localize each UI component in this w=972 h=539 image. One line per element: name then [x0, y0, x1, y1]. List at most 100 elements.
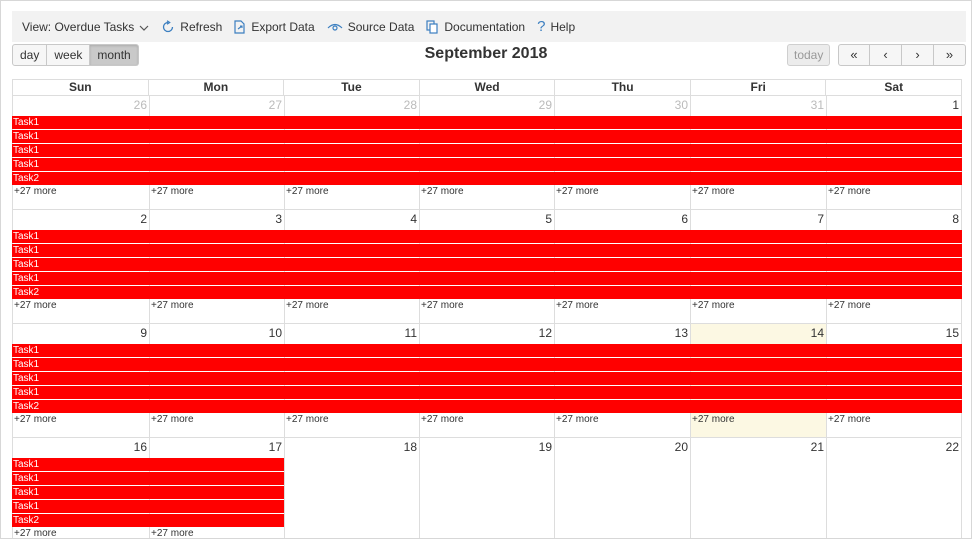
day-number[interactable]: 14 [811, 326, 824, 340]
day-number[interactable]: 29 [539, 98, 552, 112]
calendar-panel: View: Overdue Tasks Refresh Export Data … [0, 0, 972, 539]
day-cell[interactable]: 21 [690, 438, 826, 538]
day-number[interactable]: 5 [545, 212, 552, 226]
event-bar[interactable]: Task1 [12, 472, 284, 485]
day-number[interactable]: 13 [675, 326, 688, 340]
more-events-link[interactable]: +27 more [828, 300, 871, 311]
week-row: 16 17 18 19 20 21 22 Task1 Task1 Task1 Task1 Task2 +… [12, 438, 962, 538]
event-bar[interactable]: Task2 [12, 172, 962, 185]
day-number[interactable]: 7 [817, 212, 824, 226]
more-events-link[interactable]: +27 more [14, 300, 57, 311]
prev-month-button[interactable]: ‹ [870, 44, 902, 66]
day-number[interactable]: 15 [946, 326, 959, 340]
day-cell[interactable]: 18 [284, 438, 419, 538]
more-events-link[interactable]: +27 more [421, 300, 464, 311]
event-bar[interactable]: Task1 [12, 258, 962, 271]
more-events-link[interactable]: +27 more [151, 300, 194, 311]
event-bar[interactable]: Task2 [12, 286, 962, 299]
week-view-button[interactable]: week [47, 44, 91, 66]
day-number[interactable]: 1 [952, 98, 959, 112]
day-number[interactable]: 2 [140, 212, 147, 226]
more-events-link[interactable]: +27 more [151, 186, 194, 197]
more-events-link[interactable]: +27 more [692, 300, 735, 311]
day-number[interactable]: 11 [405, 326, 417, 340]
day-number[interactable]: 17 [269, 440, 282, 454]
more-events-link[interactable]: +27 more [286, 414, 329, 425]
event-bar[interactable]: Task1 [12, 358, 962, 371]
documentation-label: Documentation [444, 19, 526, 34]
day-number[interactable]: 22 [946, 440, 959, 454]
more-events-link[interactable]: +27 more [828, 186, 871, 197]
day-header-sun: Sun [12, 80, 148, 95]
more-events-link[interactable]: +27 more [828, 414, 871, 425]
more-events-link[interactable]: +27 more [14, 414, 57, 425]
day-number[interactable]: 27 [269, 98, 282, 112]
refresh-label: Refresh [180, 19, 223, 34]
event-bar[interactable]: Task1 [12, 458, 284, 471]
event-bar[interactable]: Task1 [12, 230, 962, 243]
more-events-link[interactable]: +27 more [692, 414, 735, 425]
today-button[interactable]: today [787, 44, 831, 66]
next-year-button[interactable]: » [934, 44, 966, 66]
event-bar[interactable]: Task1 [12, 244, 962, 257]
day-of-week-header: Sun Mon Tue Wed Thu Fri Sat [12, 79, 963, 96]
more-events-link[interactable]: +27 more [421, 186, 464, 197]
event-bar[interactable]: Task2 [12, 514, 284, 527]
more-events-link[interactable]: +27 more [151, 528, 194, 538]
day-number[interactable]: 31 [811, 98, 824, 112]
day-number[interactable]: 16 [134, 440, 147, 454]
event-bar[interactable]: Task1 [12, 372, 962, 385]
day-cell[interactable]: 19 [419, 438, 554, 538]
day-number[interactable]: 8 [952, 212, 959, 226]
event-bar[interactable]: Task1 [12, 272, 962, 285]
week-row: 26 27 28 29 30 31 1 Task1 Task1 Task1 Task1 Task2 +2… [12, 96, 962, 210]
day-number[interactable]: 18 [404, 440, 417, 454]
more-events-link[interactable]: +27 more [286, 300, 329, 311]
event-bar[interactable]: Task1 [12, 344, 962, 357]
month-view-button[interactable]: month [90, 44, 139, 66]
day-number[interactable]: 19 [539, 440, 552, 454]
day-header-fri: Fri [689, 80, 826, 95]
day-number[interactable]: 4 [410, 212, 417, 226]
more-events-link[interactable]: +27 more [556, 186, 599, 197]
event-bar[interactable]: Task1 [12, 158, 962, 171]
event-bar[interactable]: Task1 [12, 116, 962, 129]
export-data-button[interactable]: Export Data [228, 11, 320, 42]
documentation-button[interactable]: Documentation [420, 11, 531, 42]
source-data-button[interactable]: Source Data [321, 11, 421, 42]
more-events-link[interactable]: +27 more [14, 186, 57, 197]
more-events-link[interactable]: +27 more [556, 300, 599, 311]
day-cell[interactable]: 22 [826, 438, 962, 538]
day-number[interactable]: 12 [539, 326, 552, 340]
question-mark-icon: ? [537, 17, 546, 35]
more-events-link[interactable]: +27 more [14, 528, 57, 538]
event-bar[interactable]: Task1 [12, 486, 284, 499]
day-number[interactable]: 20 [675, 440, 688, 454]
day-number[interactable]: 28 [404, 98, 417, 112]
day-number[interactable]: 30 [675, 98, 688, 112]
more-events-link[interactable]: +27 more [556, 414, 599, 425]
day-number[interactable]: 21 [811, 440, 824, 454]
more-events-link[interactable]: +27 more [286, 186, 329, 197]
day-number[interactable]: 3 [275, 212, 282, 226]
more-events-link[interactable]: +27 more [151, 414, 194, 425]
event-bar[interactable]: Task1 [12, 500, 284, 513]
day-number[interactable]: 6 [681, 212, 688, 226]
view-select-label: View: Overdue Tasks [22, 19, 135, 34]
event-bar[interactable]: Task1 [12, 144, 962, 157]
event-bar[interactable]: Task1 [12, 386, 962, 399]
more-events-link[interactable]: +27 more [421, 414, 464, 425]
next-month-button[interactable]: › [902, 44, 934, 66]
day-number[interactable]: 26 [134, 98, 147, 112]
day-view-button[interactable]: day [12, 44, 48, 66]
help-button[interactable]: ? Help [531, 11, 581, 42]
view-select[interactable]: View: Overdue Tasks [12, 11, 155, 42]
more-events-link[interactable]: +27 more [692, 186, 735, 197]
event-bar[interactable]: Task1 [12, 130, 962, 143]
day-cell[interactable]: 20 [554, 438, 690, 538]
refresh-button[interactable]: Refresh [155, 11, 228, 42]
prev-year-button[interactable]: « [838, 44, 870, 66]
day-number[interactable]: 9 [140, 326, 147, 340]
event-bar[interactable]: Task2 [12, 400, 962, 413]
day-number[interactable]: 10 [269, 326, 282, 340]
